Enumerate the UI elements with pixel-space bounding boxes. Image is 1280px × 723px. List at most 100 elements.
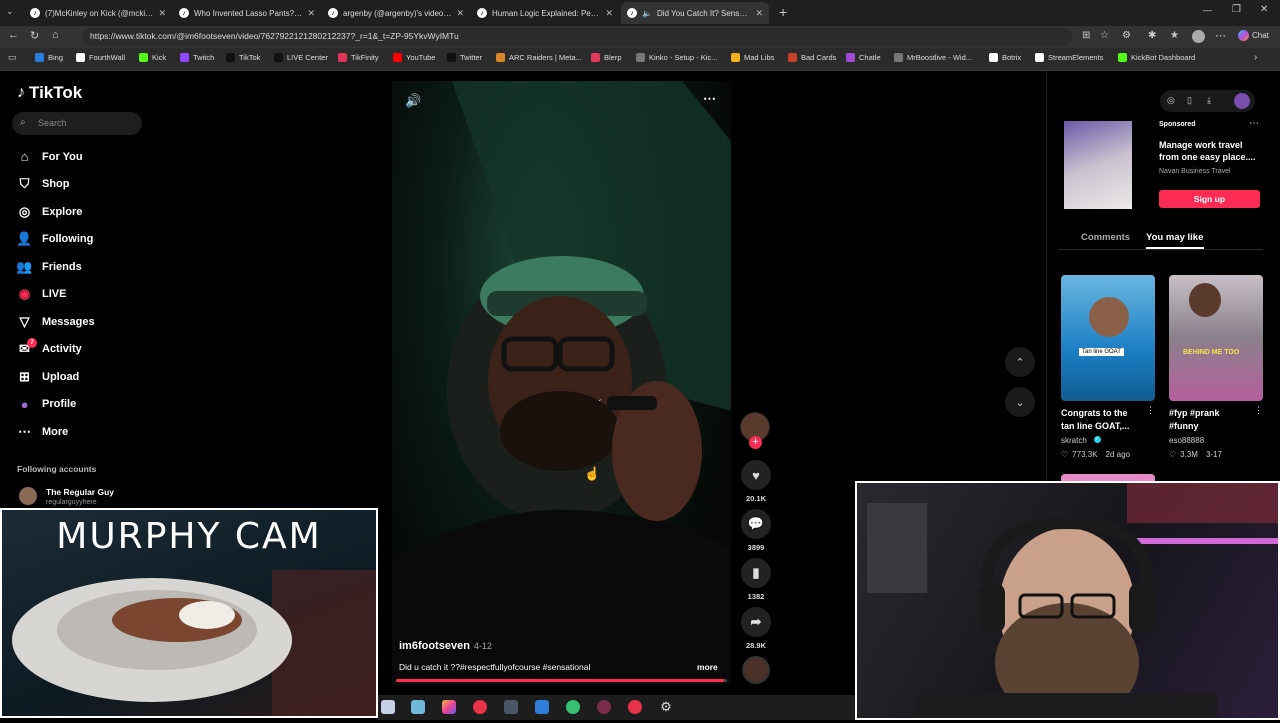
bookmark-item[interactable]: Botrix [989, 53, 1021, 62]
ad-thumbnail[interactable] [1064, 121, 1132, 209]
bookmark-item[interactable]: FourthWall [76, 53, 125, 62]
suggestion-menu-dots-icon[interactable]: ⋮ [1146, 405, 1155, 416]
tiktok-logo[interactable]: ♪ TikTok [17, 83, 82, 103]
taskbar-app-icon[interactable] [411, 700, 425, 714]
close-tab-icon[interactable]: ✕ [755, 8, 763, 19]
settings-gear-icon[interactable]: ⚙ [659, 700, 673, 714]
suggested-video-author[interactable]: skratch [1061, 436, 1087, 445]
sidebar-item-friends[interactable]: 👥 Friends [16, 259, 81, 274]
bookmark-item[interactable]: KickBot Dashboard [1118, 53, 1195, 62]
bookmark-item[interactable]: Chatle [846, 53, 881, 62]
video-author[interactable]: im6footseven [399, 640, 470, 652]
back-icon[interactable]: ← [8, 29, 19, 41]
bookmark-item[interactable]: TikFinity [338, 53, 379, 62]
extension-icon[interactable]: ⚙ [1122, 30, 1131, 41]
device-icon[interactable]: ▯ [1187, 95, 1192, 106]
download-icon[interactable]: ⤓ [1207, 95, 1211, 106]
bookmark-item[interactable]: StreamElements [1035, 53, 1103, 62]
bookmark-item[interactable]: Bad Cards [788, 53, 836, 62]
browser-tab[interactable]: ♪Who Invented Lasso Pants? | TikTok✕ [173, 2, 321, 24]
sidebar-item-upload[interactable]: ⊞ Upload [17, 369, 79, 384]
taskbar-app-icon[interactable] [597, 700, 611, 714]
speaker-icon[interactable]: 🔈 [642, 9, 652, 18]
bookmark-item[interactable]: YouTube [393, 53, 435, 62]
bookmark-item[interactable]: ARC Raiders | Meta... [496, 53, 582, 62]
suggested-video-thumbnail[interactable]: Tan line GOAT [1061, 275, 1155, 401]
suggested-video-title[interactable]: #fyp #prank #funny [1169, 407, 1249, 433]
browser-tab[interactable]: ♪(7)McKinley on Kick (@mckinley.tv✕ [24, 2, 172, 24]
user-avatar[interactable] [1234, 93, 1250, 109]
browser-tab[interactable]: ♪argenby (@argenby)'s video of arg✕ [322, 2, 470, 24]
sidebar-item-live[interactable]: ◉ LIVE [17, 286, 67, 302]
bookmark-item[interactable]: Bing [35, 53, 63, 62]
chevron-right-icon[interactable]: › [1254, 52, 1257, 63]
video-caption[interactable]: Did u catch it ??#respectfullyofcourse #… [399, 662, 590, 672]
bookmark-item[interactable]: TikTok [226, 53, 260, 62]
bookmark-item[interactable]: Twitter [447, 53, 482, 62]
ad-headline[interactable]: Manage work travel from one easy place..… [1159, 139, 1259, 163]
taskbar-app-icon[interactable] [381, 700, 395, 714]
music-disc-icon[interactable] [742, 656, 770, 684]
follow-plus-icon[interactable]: + [749, 436, 762, 449]
copilot-chat-button[interactable]: Chat [1238, 30, 1269, 41]
save-button[interactable]: ▮ 1382 [740, 558, 772, 601]
sidebar-item-for-you[interactable]: ⌂ For You [17, 149, 83, 164]
taskbar-app-icon[interactable] [566, 700, 580, 714]
caption-more-button[interactable]: more [697, 662, 718, 672]
suggested-video-title[interactable]: Congrats to the tan line GOAT,... [1061, 407, 1143, 433]
new-tab-button[interactable]: + [779, 4, 787, 20]
suggested-video-author[interactable]: eso88888 [1169, 436, 1204, 445]
taskbar-app-icon[interactable] [628, 700, 642, 714]
like-button[interactable]: ♥ 20.1K [740, 460, 772, 503]
bookmark-item[interactable]: MrBoostlive - Wid... [894, 53, 972, 62]
suggested-video-thumbnail[interactable]: BEHIND ME TOO [1169, 275, 1263, 401]
home-icon[interactable]: ⌂ [52, 29, 59, 41]
close-tab-icon[interactable]: ✕ [456, 8, 464, 19]
apps-icon[interactable]: ⊞ [1082, 30, 1090, 41]
sidebar-item-more[interactable]: ⋯ More [17, 424, 68, 439]
close-tab-icon[interactable]: ✕ [158, 8, 166, 19]
sidebar-item-activity[interactable]: ✉ 7 Activity [17, 337, 82, 357]
close-tab-icon[interactable]: ✕ [307, 8, 315, 19]
sidebar-item-profile[interactable]: ● Profile [17, 397, 77, 412]
browser-tab[interactable]: ♪Human Logic Explained: People's I✕ [471, 2, 619, 24]
browser-tab-active[interactable]: ♪🔈Did You Catch It? Sensational✕ [621, 2, 769, 24]
sidebar-item-explore[interactable]: ◎ Explore [17, 204, 83, 219]
video-menu-dots-icon[interactable]: ⋯ [703, 91, 716, 107]
bookmark-item[interactable]: Blerp [591, 53, 622, 62]
close-tab-icon[interactable]: ✕ [605, 8, 613, 19]
video-progress-track[interactable] [396, 679, 727, 682]
avatar[interactable] [19, 487, 37, 505]
sidebar-item-shop[interactable]: ⛉ Shop [17, 176, 70, 192]
video-player[interactable]: 🔊 ⋯ im6footseven 4-12 Did u catch it ??#r… [392, 81, 731, 685]
taskbar-app-icon[interactable] [535, 700, 549, 714]
previous-video-arrow-icon[interactable]: ⌃ [1005, 347, 1035, 377]
maximize-button[interactable]: ❐ [1232, 4, 1241, 15]
url-field[interactable]: https://www.tiktok.com/@im6footseven/vid… [82, 28, 1072, 46]
favorites-icon[interactable]: ★ [1170, 30, 1179, 41]
bookmark-item[interactable]: Kick [139, 53, 166, 62]
tab-list-icon[interactable]: ⌄ [6, 6, 14, 17]
sidebar-item-messages[interactable]: ▽ Messages [17, 314, 95, 329]
search-input[interactable]: Search [12, 112, 142, 135]
sidebar-item-following[interactable]: 👤 Following [16, 231, 93, 247]
extensions-puzzle-icon[interactable]: ✱ [1148, 30, 1156, 41]
bookmark-item[interactable]: Mad Libs [731, 53, 774, 62]
taskbar-app-icon[interactable] [473, 700, 487, 714]
minimize-button[interactable]: — [1203, 5, 1212, 15]
next-video-arrow-icon[interactable]: ⌄ [1005, 387, 1035, 417]
tab-comments[interactable]: Comments [1081, 232, 1130, 243]
bookmark-item[interactable]: Kinko - Setup - Kic... [636, 53, 717, 62]
comment-button[interactable]: 💬 3899 [740, 509, 772, 552]
sign-up-button[interactable]: Sign up [1159, 190, 1260, 208]
ad-menu-dots-icon[interactable]: ⋯ [1249, 118, 1259, 129]
taskbar-app-icon[interactable] [504, 700, 518, 714]
bookmark-item[interactable]: Twitch [180, 53, 214, 62]
menu-dots-icon[interactable]: ⋯ [1215, 29, 1226, 42]
taskbar-app-icon[interactable] [442, 700, 456, 714]
close-window-button[interactable]: ✕ [1260, 4, 1268, 15]
favorite-star-icon[interactable]: ☆ [1100, 30, 1109, 41]
coin-icon[interactable]: ◎ [1167, 95, 1175, 106]
share-button[interactable]: ➦ 28.9K [740, 607, 772, 650]
refresh-icon[interactable]: ↻ [30, 29, 39, 42]
